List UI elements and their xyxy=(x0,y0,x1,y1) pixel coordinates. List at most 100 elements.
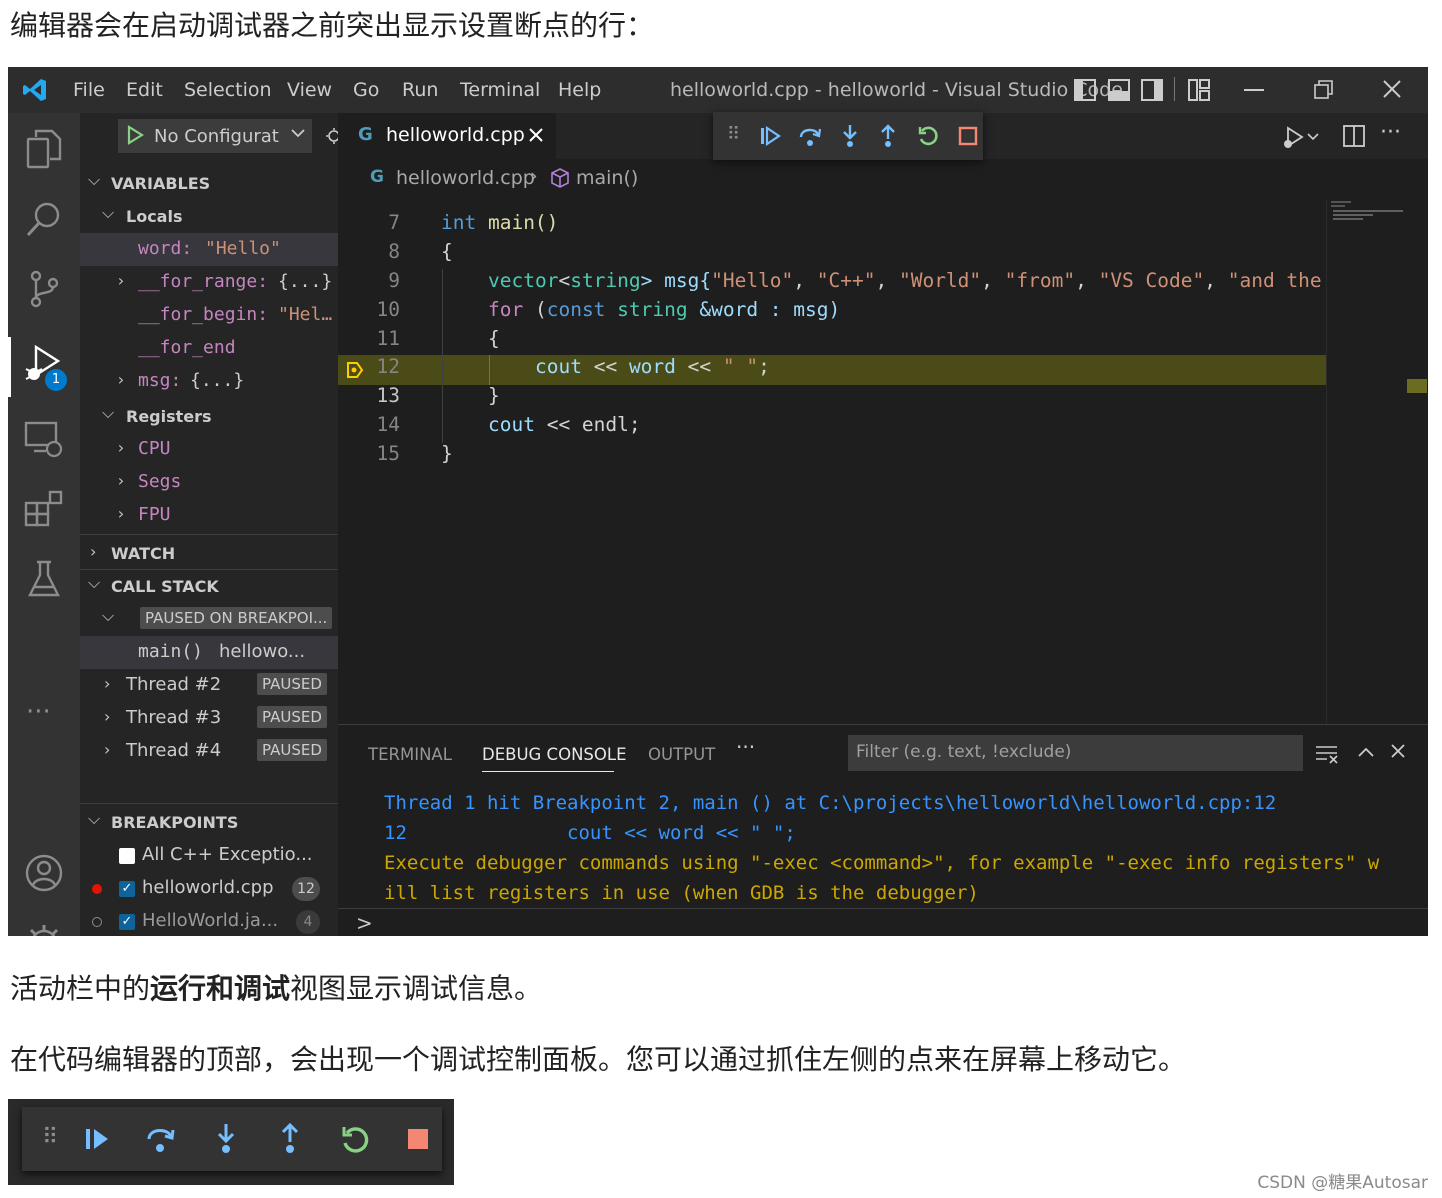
indent-guide xyxy=(442,269,443,443)
vscode-window: File Edit Selection View Go Run Terminal… xyxy=(8,67,1428,936)
menu-edit[interactable]: Edit xyxy=(126,79,163,101)
indent-guide xyxy=(489,355,490,385)
register-row[interactable]: › Segs xyxy=(80,466,338,499)
filter-input[interactable]: Filter (e.g. text, !exclude) xyxy=(848,735,1303,771)
customize-layout-icon[interactable] xyxy=(1188,79,1210,106)
minimap-line xyxy=(1333,214,1373,216)
register-row[interactable]: › CPU xyxy=(80,433,338,466)
variable-value: {...} xyxy=(190,370,245,391)
locals-scope[interactable]: ⌵ Locals xyxy=(80,200,338,233)
extensions-icon[interactable] xyxy=(22,487,66,531)
frame-file: hellowo... xyxy=(219,641,306,662)
close-icon[interactable] xyxy=(528,126,544,148)
code-line: { xyxy=(488,327,500,350)
thread-row[interactable]: ⌵ PAUSED ON BREAKPOI... xyxy=(80,603,338,636)
restore-icon[interactable] xyxy=(1314,80,1334,105)
more-views-icon[interactable]: ··· xyxy=(26,697,51,727)
breakpoint-row[interactable]: ✓ HelloWorld.ja... 4 xyxy=(80,905,338,936)
code-editor[interactable]: 7 8 9 10 11 12 13 14 15 int main() { vec… xyxy=(338,199,1326,724)
breakpoints-section-header[interactable]: ⌵ BREAKPOINTS xyxy=(80,806,338,839)
watermark: CSDN @糖果Autosar xyxy=(1257,1173,1428,1193)
chevron-right-icon: › xyxy=(116,438,126,457)
menu-help[interactable]: Help xyxy=(558,79,601,101)
panel-more-icon[interactable]: ··· xyxy=(736,735,755,759)
stop-button[interactable] xyxy=(953,121,983,151)
callstack-section-header[interactable]: ⌵ CALL STACK xyxy=(80,570,338,603)
breakpoint-label: HelloWorld.ja... xyxy=(142,910,279,931)
toggle-sidebar-icon[interactable] xyxy=(1074,79,1096,106)
menu-run[interactable]: Run xyxy=(402,79,438,101)
active-indicator xyxy=(8,337,11,397)
continue-button[interactable] xyxy=(755,121,785,151)
restart-icon xyxy=(918,126,938,146)
step-over-button[interactable] xyxy=(795,121,825,151)
search-icon[interactable] xyxy=(22,197,66,241)
start-debugging-icon[interactable] xyxy=(126,125,145,150)
menu-file[interactable]: File xyxy=(73,79,105,101)
variable-value: "Hello" xyxy=(205,238,281,259)
step-into-button[interactable] xyxy=(835,121,865,151)
variable-row[interactable]: › __for_range: {...} xyxy=(80,266,338,299)
breakpoint-row[interactable]: All C++ Exceptio... xyxy=(80,839,338,872)
split-editor-icon[interactable] xyxy=(1343,125,1365,151)
repl-prompt-icon[interactable]: > xyxy=(356,911,373,935)
drag-handle-icon[interactable]: ⠿ xyxy=(727,124,740,145)
tab-debug-console[interactable]: DEBUG CONSOLE xyxy=(482,745,627,764)
variable-row[interactable]: › msg: {...} xyxy=(80,365,338,398)
variable-row[interactable]: word: "Hello" xyxy=(80,233,338,266)
accounts-icon[interactable] xyxy=(22,851,66,895)
breakpoint-checkbox[interactable] xyxy=(119,848,135,864)
line-number: 13 xyxy=(376,384,400,407)
more-actions-icon[interactable]: ··· xyxy=(1380,120,1401,145)
register-row[interactable]: › FPU xyxy=(80,499,338,532)
thread-row[interactable]: › Thread #2 PAUSED xyxy=(80,669,338,702)
breakpoint-checkbox[interactable]: ✓ xyxy=(119,914,135,930)
debug-toolbar[interactable]: ⠿ xyxy=(713,112,983,160)
tab-terminal[interactable]: TERMINAL xyxy=(368,745,452,764)
variable-row[interactable]: __for_end xyxy=(80,332,338,365)
watch-section-header[interactable]: › WATCH xyxy=(80,537,338,570)
method-cube-icon xyxy=(550,168,570,193)
paragraph-toolbar: 在代码编辑器的顶部，会出现一个调试控制面板。您可以通过抓住左侧的点来在屏幕上移动… xyxy=(10,1043,1187,1076)
minimize-icon[interactable] xyxy=(1244,89,1264,91)
thread-row[interactable]: › Thread #3 PAUSED xyxy=(80,702,338,735)
menu-go[interactable]: Go xyxy=(353,79,379,101)
close-panel-icon[interactable] xyxy=(1390,743,1406,763)
tab-helloworld-cpp[interactable]: G helloworld.cpp xyxy=(338,113,556,159)
menu-view[interactable]: View xyxy=(287,79,332,101)
breakpoint-checkbox[interactable]: ✓ xyxy=(119,881,135,897)
run-config-select[interactable]: No Configurat xyxy=(118,119,312,153)
run-debug-split-icon[interactable] xyxy=(1280,125,1320,153)
variables-section-header[interactable]: ⌵ VARIABLES xyxy=(80,167,338,200)
cpp-file-icon: G xyxy=(358,124,373,145)
testing-icon[interactable] xyxy=(22,557,66,601)
breadcrumb-file[interactable]: helloworld.cpp xyxy=(396,167,535,189)
variable-row[interactable]: __for_begin: "Hel… xyxy=(80,299,338,332)
source-control-icon[interactable] xyxy=(22,267,66,311)
variable-value: "Hel… xyxy=(278,304,333,325)
breadcrumb-symbol[interactable]: main() xyxy=(576,167,638,189)
breakpoint-row[interactable]: ✓ helloworld.cpp 12 xyxy=(80,872,338,905)
debug-toolbar-small: ⠿ xyxy=(22,1107,442,1171)
menu-terminal[interactable]: Terminal xyxy=(460,79,540,101)
console-line: Thread 1 hit Breakpoint 2, main () at C:… xyxy=(384,792,1277,814)
menu-selection[interactable]: Selection xyxy=(184,79,272,101)
restart-button[interactable] xyxy=(913,121,943,151)
clear-console-icon[interactable] xyxy=(1315,744,1339,768)
stack-frame-row[interactable]: main() hellowo... xyxy=(80,636,338,669)
close-window-icon[interactable] xyxy=(1382,79,1402,104)
step-out-button[interactable] xyxy=(873,121,903,151)
tab-output[interactable]: OUTPUT xyxy=(648,745,715,764)
remote-explorer-icon[interactable] xyxy=(22,417,66,461)
maximize-panel-icon[interactable] xyxy=(1357,744,1375,763)
toggle-panel-icon[interactable] xyxy=(1108,79,1130,106)
gear-icon[interactable] xyxy=(22,921,66,936)
text-bold: 运行和调试 xyxy=(150,972,291,1005)
registers-scope[interactable]: ⌵ Registers xyxy=(80,400,338,433)
thread-row[interactable]: › Thread #4 PAUSED xyxy=(80,735,338,768)
thread-name: Thread #2 xyxy=(126,674,222,695)
toggle-secondary-sidebar-icon[interactable] xyxy=(1141,79,1163,106)
minimap[interactable] xyxy=(1326,199,1428,724)
explorer-icon[interactable] xyxy=(22,127,66,171)
step-into-icon xyxy=(214,1123,238,1159)
